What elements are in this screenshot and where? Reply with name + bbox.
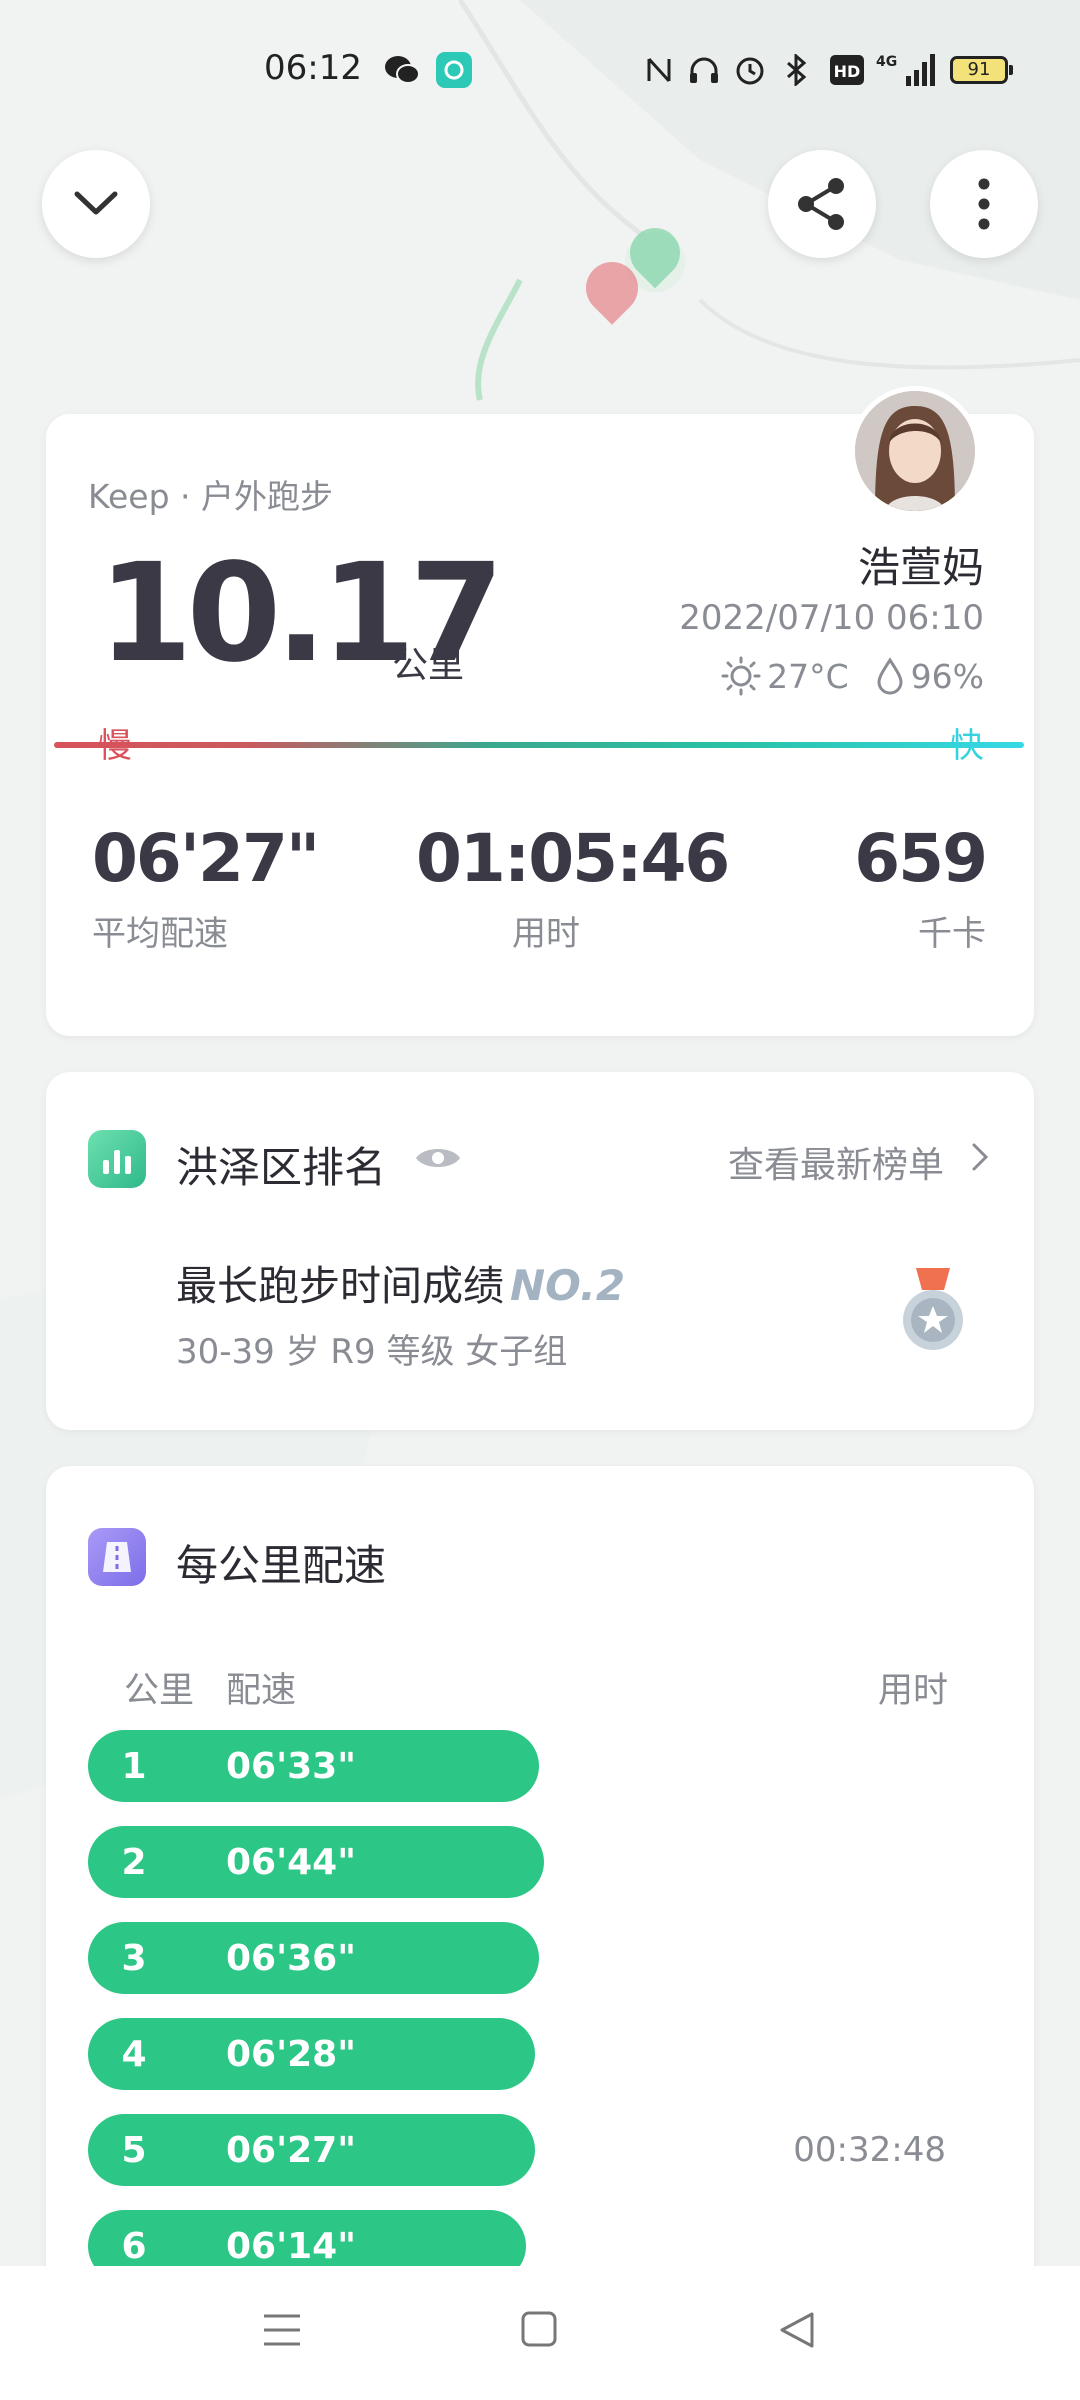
duration-label: 用时	[512, 914, 580, 954]
wechat-icon	[384, 50, 420, 90]
battery-indicator: 91	[950, 56, 1013, 84]
menu-button[interactable]	[262, 2310, 302, 2350]
humidity: 96%	[910, 656, 984, 696]
ranking-title: 洪泽区排名	[176, 1143, 387, 1192]
eye-icon[interactable]	[414, 1142, 462, 1174]
home-square-icon	[521, 2311, 557, 2347]
share-icon	[798, 178, 844, 230]
activity-source: Keep · 户外跑步	[88, 477, 334, 516]
pace-row: 4 06'28"	[88, 2018, 535, 2090]
duration-value: 01:05:46	[416, 820, 730, 897]
pace-per-km-card[interactable]: 每公里配速 公里 配速 用时 1 06'33" 2 06'44" 3 06'36" 4 06'…	[46, 1466, 1034, 2366]
column-time: 用时	[877, 1671, 948, 1711]
ranking-group: 30-39 岁 R9 等级 女子组	[176, 1332, 568, 1372]
menu-icon	[264, 2314, 300, 2346]
column-km: 公里	[124, 1671, 195, 1711]
calories-label: 千卡	[918, 914, 986, 954]
duration-stat: 01:05:46 用时	[416, 820, 730, 955]
avg-pace-stat: 06'27" 平均配速	[92, 820, 320, 955]
headphones-icon	[688, 50, 720, 90]
pace-row-km: 3	[121, 1938, 147, 1979]
ranking-item: 最长跑步时间成绩 NO.2	[176, 1252, 625, 1312]
ranking-number: NO.2	[510, 1261, 626, 1310]
calories-stat: 659 千卡	[854, 820, 988, 955]
view-leaderboard-link[interactable]: 查看最新榜单	[728, 1136, 944, 1188]
back-button[interactable]	[778, 2310, 816, 2350]
pace-row-pace: 06'28"	[226, 2034, 356, 2075]
sun-icon	[721, 656, 761, 696]
pace-row-pace: 06'36"	[226, 1938, 356, 1979]
temperature: 27°C	[767, 656, 849, 696]
column-pace: 配速	[226, 1671, 297, 1711]
username: 浩萱妈	[857, 543, 984, 592]
pace-row: 1 06'33"	[88, 1730, 539, 1802]
ranking-chart-icon	[88, 1130, 146, 1188]
humidity-drop-icon	[877, 657, 903, 695]
pace-row: 5 06'27"	[88, 2114, 535, 2186]
pace-row-pace: 06'33"	[226, 1746, 356, 1787]
pace-row-time: 00:32:48	[793, 2130, 946, 2170]
fast-label: 快	[950, 726, 984, 766]
app-notification-icon	[436, 50, 472, 90]
avatar[interactable]	[850, 386, 980, 516]
pace-row-pace: 06'27"	[226, 2130, 356, 2171]
pace-row: 2 06'44"	[88, 1826, 544, 1898]
alarm-icon	[734, 50, 766, 90]
chevron-right-icon[interactable]	[970, 1138, 990, 1182]
home-button[interactable]	[520, 2310, 558, 2348]
run-summary-card[interactable]: Keep · 户外跑步 10.17 公里 浩萱妈 2022/07/10 06:1…	[46, 386, 1034, 1036]
distance-unit: 公里	[392, 645, 465, 686]
collapse-button[interactable]	[42, 150, 150, 258]
share-button[interactable]	[768, 150, 876, 258]
pace-card-title: 每公里配速	[176, 1541, 387, 1590]
weather-info: 27°C 96%	[721, 656, 984, 696]
pace-row-pace: 06'44"	[226, 1842, 356, 1883]
status-bar: 06:12 HD 4G 91	[0, 40, 1080, 100]
ranking-card[interactable]: 洪泽区排名 查看最新榜单 最长跑步时间成绩 NO.2 30-39 岁 R9 等级 …	[46, 1072, 1034, 1430]
run-datetime: 2022/07/10 06:10	[679, 598, 984, 638]
pace-row-km: 4	[121, 2034, 147, 2075]
svg-text:HD: HD	[834, 62, 861, 81]
pace-row: 3 06'36"	[88, 1922, 539, 1994]
pace-row-km: 1	[121, 1746, 147, 1787]
pace-row-km: 2	[121, 1842, 147, 1883]
back-triangle-icon	[780, 2312, 814, 2348]
pace-road-icon	[88, 1528, 146, 1586]
avg-pace-label: 平均配速	[92, 914, 228, 954]
ranking-item-title: 最长跑步时间成绩	[176, 1262, 504, 1310]
nfc-icon	[646, 50, 672, 90]
calories-value: 659	[854, 820, 988, 897]
network-type-label: 4G	[876, 54, 897, 70]
chevron-down-icon	[74, 191, 118, 215]
pace-row-km: 6	[121, 2226, 147, 2267]
slow-label: 慢	[98, 726, 132, 766]
more-vertical-icon	[978, 178, 990, 230]
avg-pace-value: 06'27"	[92, 820, 320, 897]
bluetooth-icon	[782, 50, 812, 90]
4g-signal-icon: 4G	[876, 50, 938, 90]
pace-row-pace: 06'14"	[226, 2226, 356, 2267]
silver-medal-icon	[903, 1268, 963, 1350]
more-options-button[interactable]	[930, 150, 1038, 258]
pace-row-km: 5	[121, 2130, 147, 2171]
hd-icon: HD	[830, 50, 864, 90]
system-nav-bar	[0, 2266, 1080, 2400]
pace-gradient-bar	[54, 742, 1024, 748]
status-time: 06:12	[264, 48, 362, 88]
